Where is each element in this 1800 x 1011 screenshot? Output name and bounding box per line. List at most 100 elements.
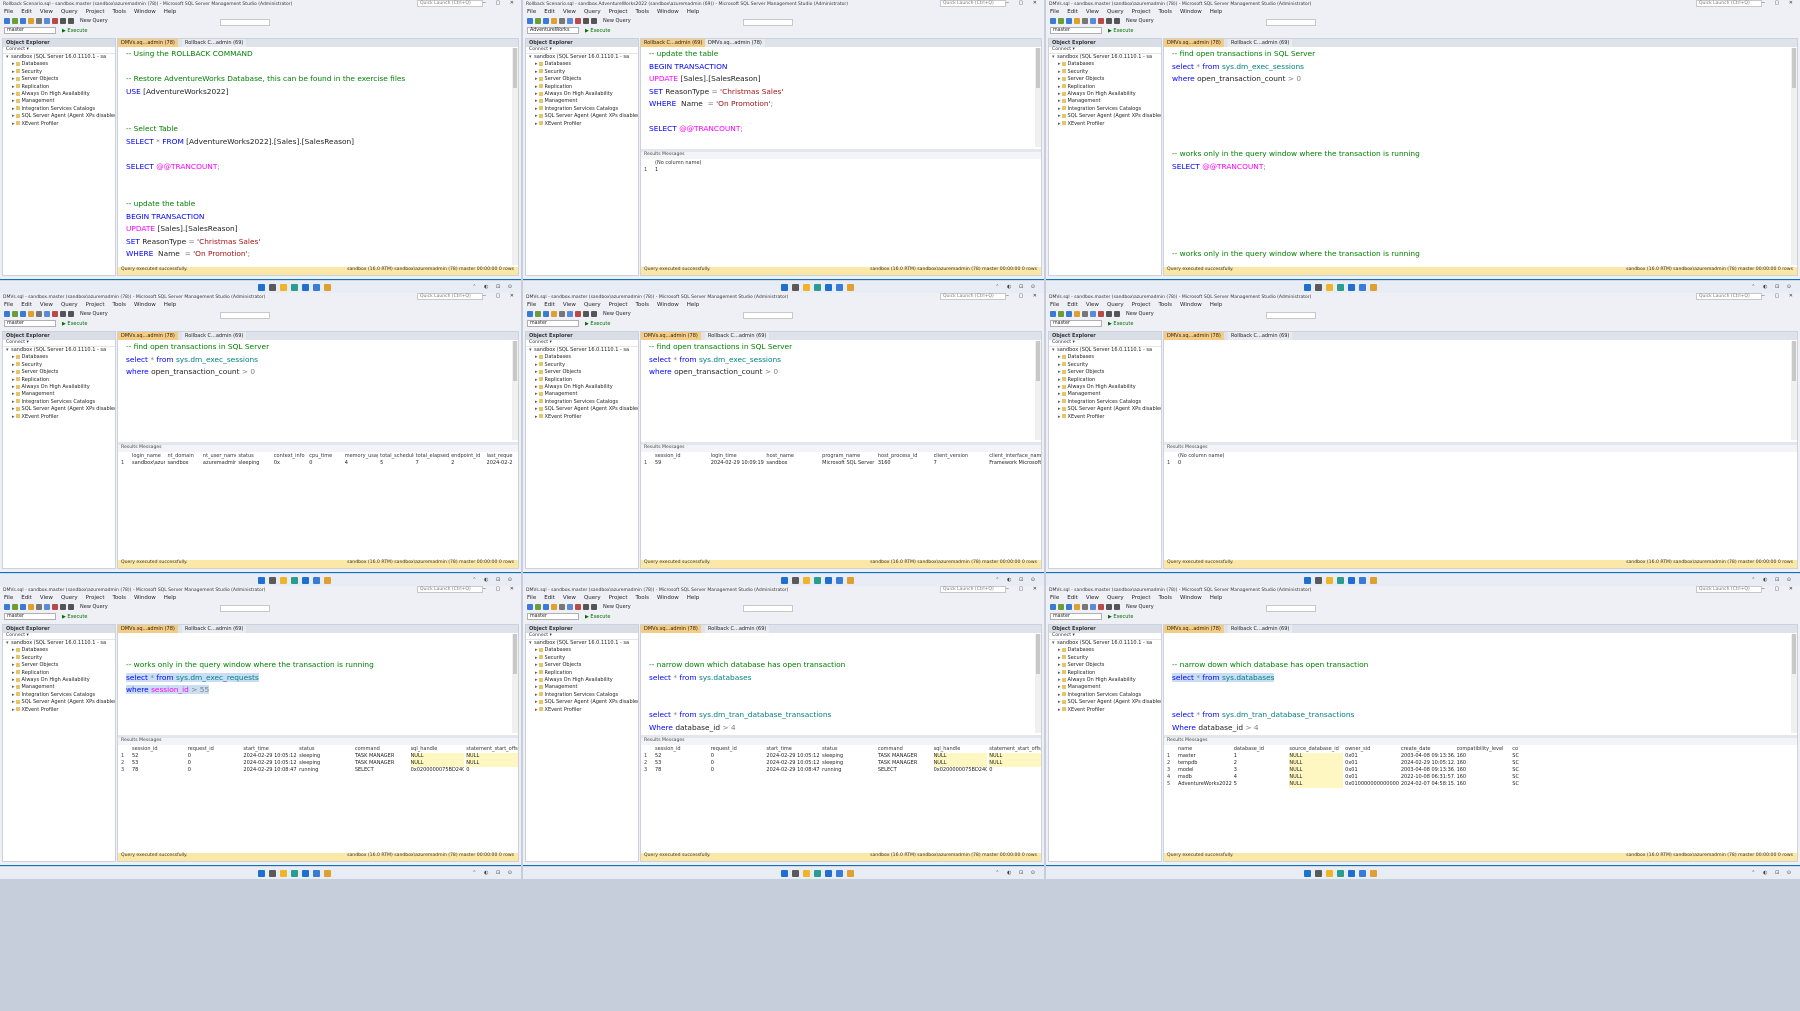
- taskbar-app-icon-4[interactable]: [291, 870, 298, 877]
- expand-icon[interactable]: ▸: [1058, 121, 1061, 127]
- code-line[interactable]: WHERE Name = 'On Promotion';: [126, 249, 250, 258]
- database-selector[interactable]: master: [1050, 320, 1102, 327]
- result-cell[interactable]: 0x01: [1345, 767, 1399, 774]
- server-node[interactable]: ▾ sandbox (SQL Server 16.0.1110.1 - sa: [3, 54, 115, 61]
- menu-item-view[interactable]: View: [40, 595, 53, 601]
- taskbar-app-icon-4[interactable]: [814, 577, 821, 584]
- column-header[interactable]: memory_usage: [345, 453, 378, 460]
- taskbar-app-icon-3[interactable]: [280, 284, 287, 291]
- tree-node-server-objects[interactable]: ▸ Server Objects: [3, 369, 115, 376]
- expand-icon[interactable]: ▸: [12, 399, 15, 405]
- system-tray[interactable]: ⌃ ◐ ⊡ ⊙: [1751, 870, 1794, 876]
- toolbar-icon-2[interactable]: [535, 311, 541, 317]
- server-node[interactable]: ▾ sandbox (SQL Server 16.0.1110.1 - sa: [1049, 347, 1161, 354]
- toolbar-icon-8[interactable]: [583, 311, 589, 317]
- tree-node-security[interactable]: ▸ Security: [3, 362, 115, 369]
- collapse-icon[interactable]: ▾: [1052, 347, 1056, 353]
- taskbar-app-icon-6[interactable]: [836, 577, 843, 584]
- editor-scrollbar[interactable]: [512, 48, 518, 265]
- result-cell[interactable]: 0x01: [1345, 774, 1399, 781]
- result-cell[interactable]: 0: [309, 460, 342, 467]
- toolbar-icon-2[interactable]: [1058, 311, 1064, 317]
- scrollbar-thumb[interactable]: [1036, 341, 1040, 381]
- results-tabs[interactable]: Results Messages: [1164, 445, 1797, 452]
- column-header[interactable]: start_time: [243, 746, 297, 753]
- scrollbar-thumb[interactable]: [513, 634, 517, 674]
- toolbar-icon-1[interactable]: [527, 311, 533, 317]
- taskbar-app-icon-3[interactable]: [1326, 284, 1333, 291]
- column-header[interactable]: name: [1178, 746, 1232, 753]
- code-line[interactable]: select * from sys.dm_exec_sessions: [126, 355, 258, 364]
- result-cell[interactable]: 2024-02-29 10:05:12.390: [243, 753, 297, 760]
- menu-item-window[interactable]: Window: [1180, 595, 1202, 601]
- tree-node-sql-server-agent-agent-xps-disabled-[interactable]: ▸ SQL Server Agent (Agent XPs disabled): [526, 406, 638, 413]
- menu-item-file[interactable]: File: [527, 302, 536, 308]
- menu-item-query[interactable]: Query: [1107, 9, 1124, 15]
- toolbar-icon-1[interactable]: [1050, 311, 1056, 317]
- toolbar-icon-5[interactable]: [559, 18, 565, 24]
- tree-node-security[interactable]: ▸ Security: [526, 655, 638, 662]
- result-cell[interactable]: 0: [989, 767, 1041, 774]
- taskbar-app-icon-1[interactable]: [781, 870, 788, 877]
- tree-node-sql-server-agent-agent-xps-disabled-[interactable]: ▸ SQL Server Agent (Agent XPs disabled): [3, 699, 115, 706]
- code-line[interactable]: -- works only in the query window where …: [126, 660, 374, 669]
- result-cell[interactable]: 4: [345, 460, 378, 467]
- taskbar-app-icon-1[interactable]: [1304, 870, 1311, 877]
- result-cell[interactable]: 160: [1457, 781, 1511, 788]
- menu-item-help[interactable]: Help: [164, 302, 177, 308]
- scrollbar-thumb[interactable]: [513, 48, 517, 88]
- tab-active[interactable]: DMVs.sq...admin (78): [1164, 625, 1224, 633]
- result-cell[interactable]: 0: [188, 753, 242, 760]
- expand-icon[interactable]: ▸: [1058, 362, 1061, 368]
- taskbar-app-icon-6[interactable]: [836, 870, 843, 877]
- result-cell[interactable]: sleeping: [822, 760, 876, 767]
- result-cell[interactable]: NULL: [1289, 753, 1344, 760]
- taskbar-app-icon-3[interactable]: [280, 870, 287, 877]
- toolbar-icon-7[interactable]: [575, 18, 581, 24]
- expand-icon[interactable]: ▸: [535, 707, 538, 713]
- window-controls[interactable]: ‒ ▢ ✕: [1762, 293, 1797, 299]
- tree-node-security[interactable]: ▸ Security: [1049, 362, 1161, 369]
- expand-icon[interactable]: ▸: [535, 106, 538, 112]
- window-controls[interactable]: ‒ ▢ ✕: [1762, 0, 1797, 6]
- taskbar-app-icon-4[interactable]: [291, 577, 298, 584]
- taskbar-app-icon-2[interactable]: [792, 284, 799, 291]
- results-row[interactable]: 37802024-02-29 10:08:47.663runningSELECT…: [641, 767, 1041, 774]
- taskbar-app-icon-1[interactable]: [781, 284, 788, 291]
- menu-item-edit[interactable]: Edit: [544, 9, 555, 15]
- toolbar-icon-4[interactable]: [28, 604, 34, 610]
- toolbar-icon-5[interactable]: [559, 604, 565, 610]
- tree-node-security[interactable]: ▸ Security: [3, 655, 115, 662]
- taskbar-app-icon-7[interactable]: [324, 577, 331, 584]
- expand-icon[interactable]: ▸: [535, 98, 538, 104]
- expand-icon[interactable]: ▸: [535, 354, 538, 360]
- server-node[interactable]: ▾ sandbox (SQL Server 16.0.1110.1 - sa: [526, 54, 638, 61]
- taskbar-app-icon-3[interactable]: [1326, 577, 1333, 584]
- result-cell[interactable]: SELECT: [878, 767, 932, 774]
- toolbar-icon-8[interactable]: [60, 604, 66, 610]
- code-line[interactable]: where open_transaction_count > 0: [649, 367, 778, 376]
- menu-item-query[interactable]: Query: [584, 595, 601, 601]
- execute-button[interactable]: ▶ Execute: [585, 614, 610, 620]
- object-explorer-connect[interactable]: Connect ▾: [526, 633, 638, 640]
- taskbar-app-icon-7[interactable]: [324, 870, 331, 877]
- column-header[interactable]: create_date: [1401, 746, 1455, 753]
- toolbar-icon-6[interactable]: [567, 604, 573, 610]
- code-line[interactable]: BEGIN TRANSACTION: [126, 212, 204, 221]
- tree-node-replication[interactable]: ▸ Replication: [526, 670, 638, 677]
- toolbar-icon-5[interactable]: [36, 18, 42, 24]
- taskbar-app-icon-3[interactable]: [803, 577, 810, 584]
- expand-icon[interactable]: ▸: [535, 684, 538, 690]
- results-row[interactable]: 1 sandbox\azuremadminsandboxazuremadminsl…: [118, 460, 518, 467]
- database-selector[interactable]: AdventureWorks: [527, 27, 579, 34]
- tree-node-integration-services-catalogs[interactable]: ▸ Integration Services Catalogs: [3, 106, 115, 113]
- result-cell[interactable]: 0: [1178, 460, 1236, 467]
- toolbar-icon-1[interactable]: [1050, 18, 1056, 24]
- code-line[interactable]: SELECT @@TRANCOUNT;: [1172, 162, 1266, 171]
- column-header[interactable]: owner_sid: [1345, 746, 1399, 753]
- expand-icon[interactable]: ▸: [12, 414, 15, 420]
- toolbar-icon-5[interactable]: [559, 311, 565, 317]
- execute-button[interactable]: ▶ Execute: [62, 614, 87, 620]
- toolbar-icon-1[interactable]: [527, 604, 533, 610]
- tree-node-xevent-profiler[interactable]: ▸ XEvent Profiler: [526, 707, 638, 714]
